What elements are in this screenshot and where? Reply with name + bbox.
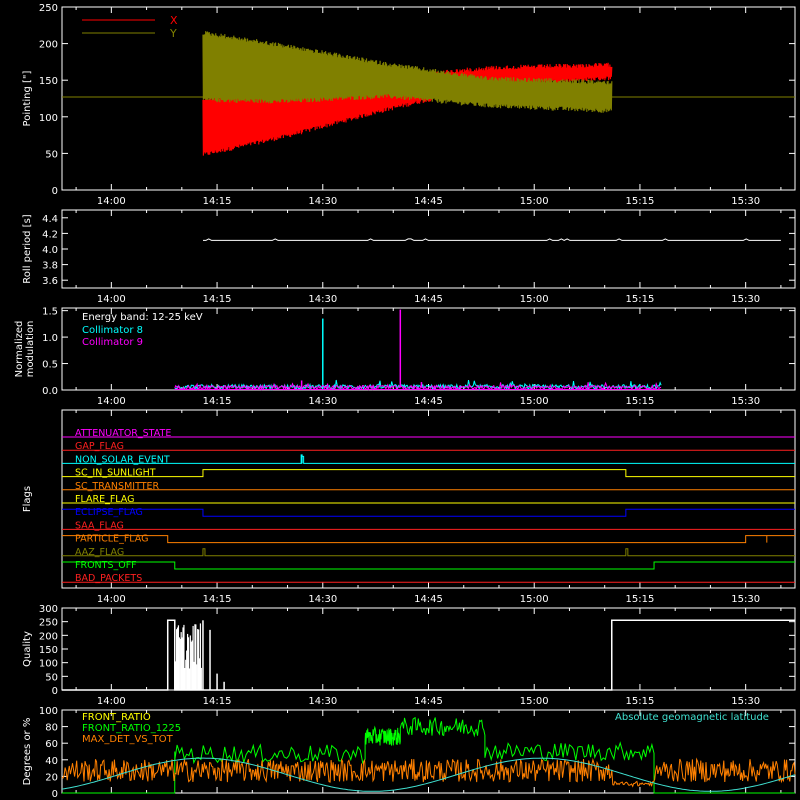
ratios-panel: 14:0014:1514:3014:4515:0015:1515:3002040… [22,706,796,800]
y-tick-label: 50 [45,672,58,683]
x-tick-label: 15:00 [520,294,549,305]
x-tick-label: 15:00 [520,196,549,207]
y-tick-label: 300 [39,604,58,615]
x-tick-label: 14:45 [414,196,443,207]
y-tick-label: 60 [45,739,58,750]
y-tick-label: 150 [39,76,58,87]
x-tick-label: 14:00 [97,396,126,407]
y-tick-label: 0 [52,186,58,197]
roll-frame [61,209,796,289]
flag-trace-eclipse_flag [62,508,795,517]
y-tick-label: 150 [39,645,58,656]
legend-x-label: X [170,14,178,27]
chart-stage: 14:00 14:15 14:30 14:45 15:00 15:15 15:30 0 50 10… [0,0,800,800]
y-axis-label: Degrees or % [22,718,33,786]
flags-panel: 14:00 14:15 14:30 14:45 15:00 15:15 15:30 Flags… [22,409,796,605]
legend-front_ratio: FRONT_RATIO [82,712,151,723]
x-tick-label: 14:15 [203,396,232,407]
y-tick-label: 4.4 [42,214,58,225]
y-tick-label: 100 [39,706,58,717]
y-axis-label: Roll period [s] [22,214,33,283]
x-tick-label: 15:00 [520,396,549,407]
x-tick-label: 15:30 [731,696,760,707]
y-axis-label: Quality [22,631,33,667]
y-tick-label: 20 [45,772,58,783]
max-det-vs-tot-line [61,757,796,788]
y-tick-label: 100 [39,659,58,670]
y-tick-label: 200 [39,40,58,51]
x-tick-label: 14:45 [414,594,443,605]
observing-summary-chart: 14:00 14:15 14:30 14:45 15:00 15:15 15:30 0 50 10… [14,3,796,800]
x-tick-label: 15:30 [731,396,760,407]
x-tick-label: 15:15 [626,594,655,605]
x-tick-label: 15:30 [731,196,760,207]
x-tick-label: 14:30 [308,696,337,707]
x-tick-label: 15:30 [731,594,760,605]
x-tick-label: 15:00 [520,696,549,707]
flag-trace-particle_flag [62,535,795,544]
y-tick-label: 4.2 [42,229,58,240]
x-tick-label: 14:15 [203,696,232,707]
y-tick-label: 50 [45,149,58,160]
y-tick-label: 250 [39,3,58,14]
x-tick-label: 15:15 [626,396,655,407]
y-tick-label: 80 [45,723,58,734]
x-tick-label: 15:00 [520,594,549,605]
x-tick-label: 14:30 [308,594,337,605]
x-tick-label: 14:15 [203,594,232,605]
x-tick-label: 14:00 [97,594,126,605]
y-tick-label: 250 [39,618,58,629]
legend-y-label: Y [169,27,177,40]
legend-collimator-8: Collimator 8 [82,325,143,336]
x-tick-label: 14:45 [414,396,443,407]
y-axis-label: Normalized [14,321,25,378]
y-tick-label: 3.6 [42,276,58,287]
x-tick-label: 14:45 [414,294,443,305]
x-tick-label: 14:45 [414,696,443,707]
x-tick-label: 14:30 [308,196,337,207]
y-axis-label: modulation [25,321,36,378]
x-tick-label: 14:15 [203,196,232,207]
x-tick-label: 14:30 [308,294,337,305]
x-tick-label: 15:15 [626,196,655,207]
roll-period-line [203,238,781,241]
y-tick-label: 3.8 [42,261,58,272]
y-tick-label: 100 [39,113,58,124]
y-axis-label: Pointing ["] [22,70,33,126]
x-tick-label: 14:15 [203,294,232,305]
flag-trace-sc_in_sunlight [62,469,795,478]
x-tick-label: 15:15 [626,294,655,305]
flag-trace-aaz_flag [62,548,795,557]
x-tick-label: 14:30 [308,396,337,407]
y-tick-label: 4.0 [42,245,58,256]
pointing-panel: 14:00 14:15 14:30 14:45 15:00 15:15 15:30 0 50 10… [22,3,796,207]
flag-trace-fronts_off [62,561,795,570]
roll-panel: 14:00 14:15 14:30 14:45 15:00 15:15 15:30 3.6 3.… [22,209,796,305]
y-tick-label: 40 [45,756,58,767]
x-tick-label: 14:00 [97,294,126,305]
legend-front_ratio_1225: FRONT_RATIO_1225 [82,723,181,734]
x-tick-label: 14:00 [97,696,126,707]
latitude-annotation: Absolute geomagnetic latitude [615,712,769,723]
y-tick-label: 0.0 [42,386,58,397]
energy-band-annotation: Energy band: 12-25 keV [82,312,203,323]
flag-trace-non_solar_event [62,455,795,464]
quality-line [62,619,795,691]
y-tick-label: 1.0 [42,333,58,344]
y-tick-label: 200 [39,631,58,642]
modulation-panel: 14:00 14:15 14:30 14:45 15:00 15:15 15:30 0.0 0.… [14,307,796,407]
y-tick-label: 1.5 [42,307,58,318]
y-axis-label: Flags [22,486,33,512]
y-tick-label: 0 [52,789,58,800]
y-tick-label: 0.5 [42,360,58,371]
legend-collimator-9: Collimator 9 [82,337,143,348]
x-tick-label: 15:30 [731,294,760,305]
legend-max_det_vs_tot: MAX_DET_VS_TOT [82,734,174,745]
x-tick-label: 15:15 [626,696,655,707]
y-tick-label: 0 [52,686,58,697]
quality-panel: 14:00 14:15 14:30 14:45 15:00 15:15 15:30 0 50 10… [22,604,796,707]
x-tick-label: 14:00 [97,196,126,207]
